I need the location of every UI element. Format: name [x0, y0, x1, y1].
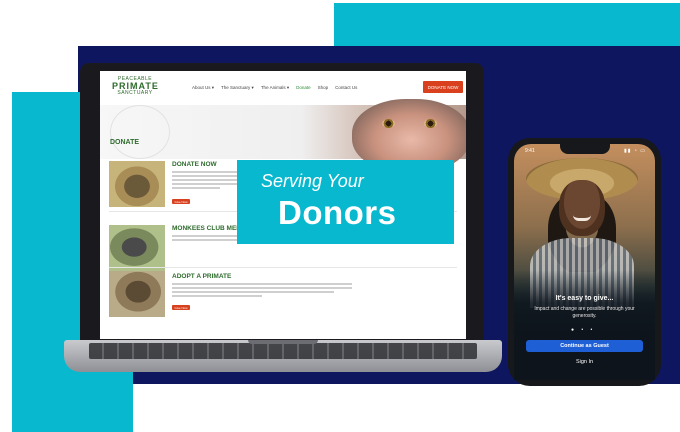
continue-as-guest-button[interactable]: Continue as Guest [526, 340, 643, 352]
headline-line-1: Serving Your [261, 171, 364, 191]
laptop-keyboard-base [64, 340, 502, 372]
woman-photo-face [559, 180, 605, 236]
donate-now-thumbnail [109, 161, 165, 207]
status-bar-icons: ▮▮ ◔ ▭ [624, 148, 647, 154]
logo-line-3: SANCTUARY [117, 90, 153, 96]
adopt-a-primate-thumbnail [109, 271, 165, 317]
program-title-donate-now: DONATE NOW [172, 161, 217, 168]
nav-donate[interactable]: Donate [296, 85, 311, 91]
program-description-placeholder [172, 283, 352, 299]
program-button-donate-now[interactable]: Give Now [172, 199, 190, 204]
nav-the-sanctuary[interactable]: The Sanctuary ▾ [221, 85, 254, 91]
status-bar-time: 9:41 [525, 148, 535, 154]
nav-about-us[interactable]: About Us ▾ [192, 85, 214, 91]
monkees-club-thumbnail [109, 225, 165, 271]
nav-contact-us[interactable]: Contact Us [335, 85, 357, 91]
site-nav: About Us ▾ The Sanctuary ▾ The Animals ▾… [192, 85, 357, 91]
page-title: DONATE [110, 139, 140, 146]
program-title-adopt-a-primate: ADOPT A PRIMATE [172, 273, 232, 280]
program-button-adopt-a-primate[interactable]: Give Now [172, 305, 190, 310]
hero-decorative-swirl [110, 105, 170, 159]
site-logo[interactable]: PEACEABLE PRIMATE SANCTUARY [112, 77, 158, 96]
monkey-eye-right [424, 119, 437, 128]
donate-now-button[interactable]: DONATE NOW [423, 81, 463, 93]
phone-headline: It's easy to give... [555, 295, 614, 302]
hero-banner: DONATE [100, 99, 466, 173]
teal-accent-top [334, 3, 680, 49]
sign-in-link[interactable]: Sign In [514, 359, 655, 365]
phone-notch [560, 144, 610, 154]
headline-line-2: Donors [278, 194, 397, 231]
pager-dots[interactable]: ● • • [571, 327, 595, 333]
monkey-eye-left [382, 119, 395, 128]
marketing-composite: PEACEABLE PRIMATE SANCTUARY About Us ▾ T… [0, 0, 680, 432]
nav-the-animals[interactable]: The Animals ▾ [261, 85, 289, 91]
laptop-hinge-notch [248, 340, 318, 344]
nav-shop[interactable]: Shop [318, 85, 329, 91]
phone-subtext: Impact and change are possible through y… [534, 306, 635, 319]
program-divider [109, 267, 457, 268]
